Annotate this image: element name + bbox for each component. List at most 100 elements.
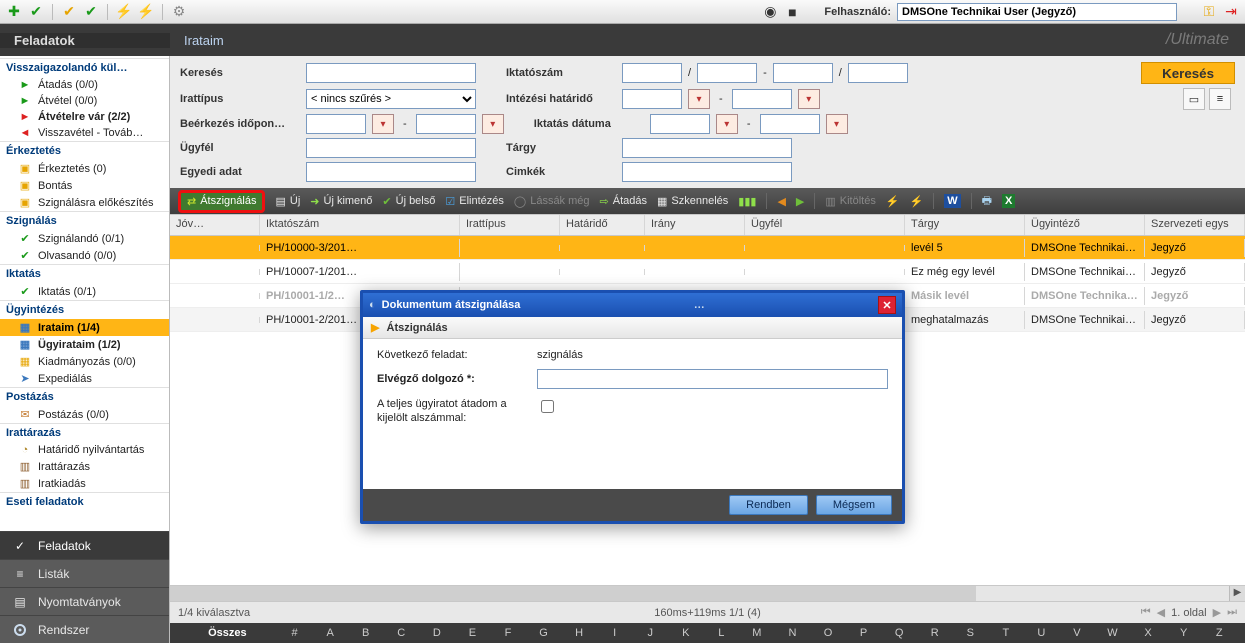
dialog-cancel-button[interactable]: Mégsem [816,495,892,515]
beerk-from[interactable] [306,114,366,134]
sidebar-item[interactable]: ▦Kiadmányozás (0/0) [0,353,169,370]
barcode-icon[interactable]: ▮▮▮ [738,195,756,208]
alpha-letter[interactable]: F [490,627,526,639]
filter-targy-input[interactable] [622,138,792,158]
nav-feladatok[interactable]: ✓Feladatok [0,531,169,559]
sidebar-group[interactable]: Visszaigazolandó kül… [0,58,169,77]
date-picker-icon[interactable]: ▾ [482,114,504,134]
pager-next-icon[interactable]: ▶ [1213,606,1221,619]
sidebar-item[interactable]: ►Átadás (0/0) [0,77,169,93]
beerk-to[interactable] [416,114,476,134]
filter-egyedi-input[interactable] [306,162,476,182]
sidebar-item[interactable]: ▣Szignálásra előkészítés [0,194,169,211]
alpha-letter[interactable]: A [312,627,348,639]
alpha-letter[interactable]: I [597,627,633,639]
sidebar-group[interactable]: Postázás [0,387,169,406]
date-picker-icon[interactable]: ▾ [372,114,394,134]
alpha-letter[interactable]: G [526,627,562,639]
alpha-letter[interactable]: N [775,627,811,639]
sidebar-group[interactable]: Eseti feladatok [0,492,169,511]
sidebar-item[interactable]: ◔Határidő nyilvántartás [0,442,169,458]
col-ugyfel[interactable]: Ügyfél [745,215,905,235]
filter-kereses-input[interactable] [306,63,476,83]
alpha-letter[interactable]: C [383,627,419,639]
uj-belso-button[interactable]: ✔ Új belső [382,195,435,208]
sidebar-item[interactable]: ➤Expediálás [0,370,169,387]
iktatoszam-4[interactable] [848,63,908,83]
pager-first-icon[interactable]: ⏮ [1141,606,1151,619]
filter-irattipus-select[interactable]: < nincs szűrés > [306,89,476,109]
alpha-letter[interactable]: Q [881,627,917,639]
check-orange-icon[interactable]: ✔ [61,4,77,20]
bolt-green-icon[interactable]: ⚡ [116,4,132,20]
iktatoszam-1[interactable] [622,63,682,83]
alpha-letter[interactable]: K [668,627,704,639]
dialog-minimize-icon[interactable]: … [694,299,705,311]
col-iktatoszam[interactable]: Iktatószám [260,215,460,235]
alpha-letter[interactable]: Z [1201,627,1237,639]
new-icon[interactable]: ✚ [6,4,22,20]
alpha-letter[interactable]: T [988,627,1024,639]
elintezes-button[interactable]: ☑ Elintézés [445,195,504,208]
dialog-titlebar[interactable]: ◐ Dokumentum átszignálása … ✕ [363,293,902,317]
alpha-all[interactable]: Összes [178,627,277,639]
sidebar-group[interactable]: Szignálás [0,211,169,230]
prev-icon[interactable]: ◀ [777,195,785,208]
alpha-letter[interactable]: U [1024,627,1060,639]
alpha-letter[interactable]: M [739,627,775,639]
filter-ugyfel-input[interactable] [306,138,476,158]
key-icon[interactable]: ⚿ [1201,4,1217,20]
sidebar-item[interactable]: ▣Bontás [0,177,169,194]
alpha-letter[interactable]: R [917,627,953,639]
sidebar-item[interactable]: ▦Irataim (1/4) [0,319,169,336]
pager-prev-icon[interactable]: ◀ [1157,606,1165,619]
bolt2-icon[interactable]: ⚡ [910,195,924,208]
iktatas-from[interactable] [650,114,710,134]
col-jov[interactable]: Jóv… [170,215,260,235]
sidebar-item[interactable]: ✔Iktatás (0/1) [0,283,169,300]
alpha-letter[interactable]: B [348,627,384,639]
alpha-letter[interactable]: W [1095,627,1131,639]
dialog-close-button[interactable]: ✕ [878,296,896,314]
hatarido-to[interactable] [732,89,792,109]
uj-kimeno-button[interactable]: ➜ Új kimenő [310,195,372,208]
pager-last-icon[interactable]: ⏭ [1227,606,1237,619]
stop-icon[interactable]: ◉ [762,4,778,20]
hatarido-from[interactable] [622,89,682,109]
date-picker-icon[interactable]: ▾ [716,114,738,134]
date-picker-icon[interactable]: ▾ [826,114,848,134]
iktatas-to[interactable] [760,114,820,134]
bolt1-icon[interactable]: ⚡ [886,195,900,208]
dialog-ok-button[interactable]: Rendben [729,495,808,515]
gear-icon[interactable]: ⚙ [171,4,187,20]
alpha-letter[interactable]: # [277,627,313,639]
nav-nyomtatványok[interactable]: ▤Nyomtatványok [0,587,169,615]
sidebar-item[interactable]: ▥Iratkiadás [0,475,169,492]
assignee-input[interactable] [537,369,888,389]
sidebar-item[interactable]: ►Átvétel (0/0) [0,93,169,109]
date-picker-icon[interactable]: ▾ [688,89,710,109]
alpha-letter[interactable]: E [455,627,491,639]
sidebar-group[interactable]: Ügyintézés [0,300,169,319]
atszignalas-button[interactable]: ⇄ Átszignálás [178,190,265,213]
sidebar-item[interactable]: ◄Visszavétel - Továb… [0,125,169,141]
iktatoszam-2[interactable] [697,63,757,83]
nav-rendszer[interactable]: Rendszer [0,615,169,643]
check-green2-icon[interactable]: ✔ [83,4,99,20]
col-ugyintezo[interactable]: Ügyintéző [1025,215,1145,235]
horizontal-scrollbar[interactable]: ▶ [170,585,1245,601]
bolt-orange-icon[interactable]: ⚡ [138,4,154,20]
col-hatarido[interactable]: Határidő [560,215,645,235]
print-icon[interactable]: 🖶 [982,192,992,211]
square-icon[interactable]: ■ [784,4,800,20]
col-targy[interactable]: Tárgy [905,215,1025,235]
logout-icon[interactable]: ⇥ [1223,4,1239,20]
sidebar-item[interactable]: ✉Postázás (0/0) [0,406,169,423]
alpha-letter[interactable]: V [1059,627,1095,639]
excel-icon[interactable]: X [1002,194,1015,208]
alpha-letter[interactable]: O [810,627,846,639]
alpha-letter[interactable]: D [419,627,455,639]
iktatoszam-3[interactable] [773,63,833,83]
filter-cimkek-input[interactable] [622,162,792,182]
sidebar-group[interactable]: Érkeztetés [0,141,169,160]
